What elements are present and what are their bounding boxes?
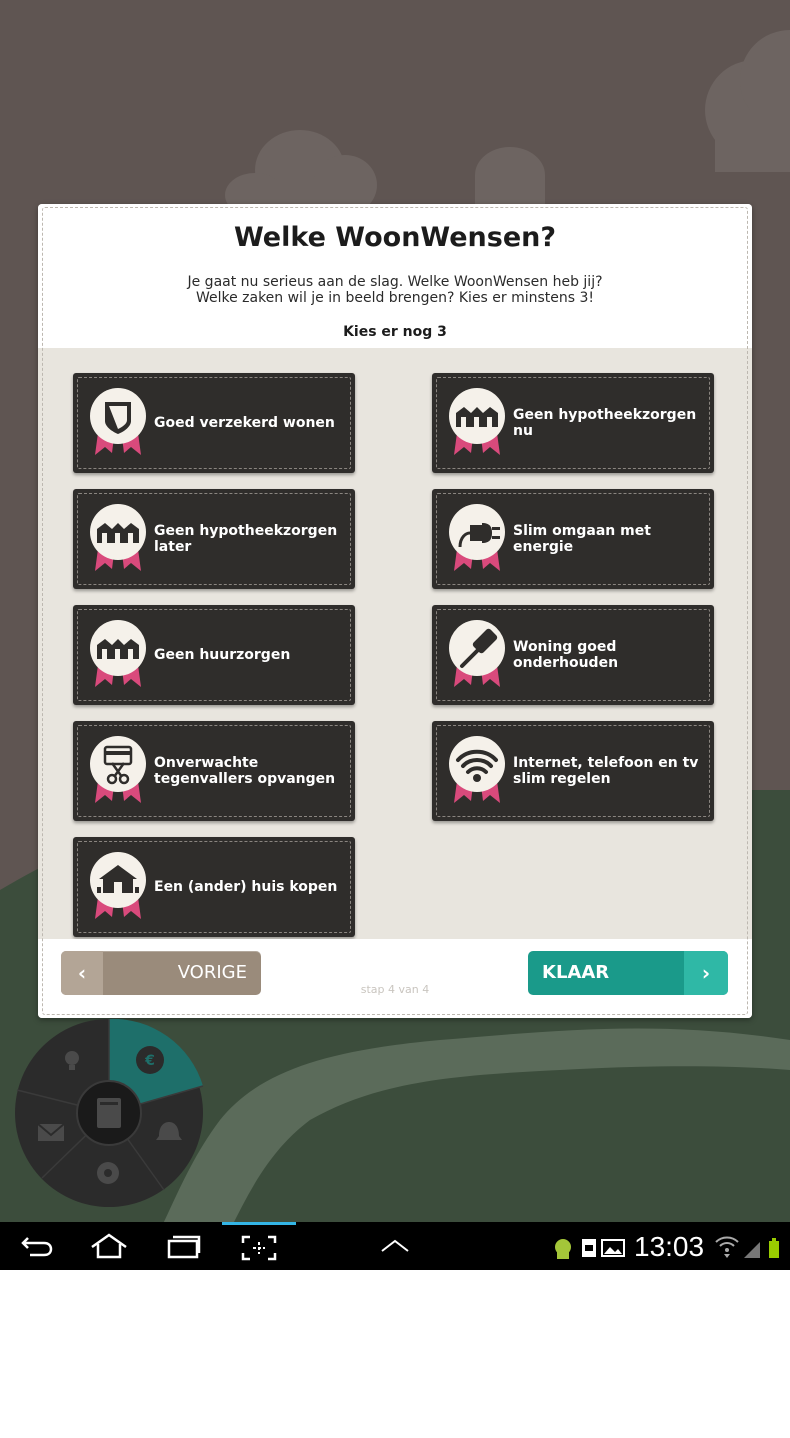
clock: 13:03 <box>634 1231 705 1262</box>
plug-icon <box>449 504 505 571</box>
dialog-header: Welke WoonWensen? Je gaat nu serieus aan… <box>38 204 752 348</box>
wish-tile-label: Slim omgaan met energie <box>513 523 651 555</box>
android-icon <box>555 1239 571 1259</box>
cloud-small <box>475 147 545 205</box>
back-icon[interactable] <box>14 1222 60 1270</box>
shield-icon <box>90 388 146 455</box>
wish-tile-label: Geen huurzorgen <box>154 647 291 663</box>
wish-tile-label: Internet, telefoon en tv slim regelen <box>513 755 699 787</box>
dialog-description-line1: Je gaat nu serieus aan de slag. Welke Wo… <box>187 274 603 290</box>
wish-tile-label: Woning goed onderhouden <box>513 639 619 671</box>
radial-menu[interactable]: € <box>14 1018 204 1208</box>
wish-tile-buy-house[interactable]: Een (ander) huis kopen <box>73 837 355 937</box>
wish-tile-insurance[interactable]: Goed verzekerd wonen <box>73 373 355 473</box>
image-icon <box>601 1239 625 1257</box>
system-bar: 13:03 <box>0 1222 790 1270</box>
notebook-icon[interactable] <box>76 1080 142 1146</box>
app-screen: Welke WoonWensen? Je gaat nu serieus aan… <box>0 0 790 1270</box>
home-icon[interactable] <box>86 1222 132 1270</box>
done-button-label: KLAAR <box>542 962 610 983</box>
wish-tile-rent[interactable]: Geen huurzorgen <box>73 605 355 705</box>
dialog-description: Je gaat nu serieus aan de slag. Welke Wo… <box>138 274 652 306</box>
dialog-title: Welke WoonWensen? <box>233 222 557 253</box>
wishes-dialog: Welke WoonWensen? Je gaat nu serieus aan… <box>38 204 752 1018</box>
chevron-right-icon: › <box>701 961 711 985</box>
notification-icons <box>555 1239 625 1259</box>
gear-icon[interactable] <box>97 1162 119 1184</box>
paint-roller-icon <box>449 620 505 687</box>
houses-icon <box>90 620 146 687</box>
dialog-footer: ‹ VORIGE stap 4 van 4 › KLAAR <box>38 939 752 1018</box>
house-icon <box>90 852 146 919</box>
wish-tile-energy[interactable]: Slim omgaan met energie <box>432 489 714 589</box>
status-icons <box>715 1236 779 1258</box>
wishes-grid[interactable]: Goed verzekerd wonen Geen hypotheekzorge… <box>38 348 752 939</box>
selection-counter: Kies er nog 3 <box>343 324 447 340</box>
wish-tile-internet[interactable]: Internet, telefoon en tv slim regelen <box>432 721 714 821</box>
wish-tile-mortgage-now[interactable]: Geen hypotheekzorgen nu <box>432 373 714 473</box>
wish-tile-label: Geen hypotheekzorgen nu <box>513 407 697 439</box>
wish-tile-label: Onverwachte tegenvallers opvangen <box>154 755 336 787</box>
wish-tile-label: Een (ander) huis kopen <box>154 879 338 895</box>
wish-tile-setbacks[interactable]: Onverwachte tegenvallers opvangen <box>73 721 355 821</box>
svg-text:€: € <box>144 1053 155 1069</box>
battery-icon <box>769 1238 779 1258</box>
wifi-icon <box>715 1236 739 1258</box>
signal-icon <box>744 1242 760 1258</box>
done-button[interactable]: › KLAAR <box>528 951 728 995</box>
up-chevron-icon[interactable] <box>372 1222 418 1270</box>
wish-tile-maintenance[interactable]: Woning goed onderhouden <box>432 605 714 705</box>
houses-icon <box>90 504 146 571</box>
recent-apps-icon[interactable] <box>160 1222 206 1270</box>
card-scissors-icon <box>90 736 146 803</box>
mail-icon[interactable] <box>37 1123 65 1141</box>
wish-tile-label: Geen hypotheekzorgen later <box>154 523 338 555</box>
euro-bag-icon[interactable]: € <box>136 1046 164 1074</box>
sim-icon <box>582 1239 596 1257</box>
wish-tile-label: Goed verzekerd wonen <box>154 415 335 431</box>
screenshot-icon[interactable] <box>222 1222 296 1270</box>
dialog-description-line2: Welke zaken wil je in beeld brengen? Kie… <box>195 290 595 306</box>
wifi-icon <box>449 736 505 803</box>
wish-tile-mortgage-later[interactable]: Geen hypotheekzorgen later <box>73 489 355 589</box>
houses-icon <box>449 388 505 455</box>
